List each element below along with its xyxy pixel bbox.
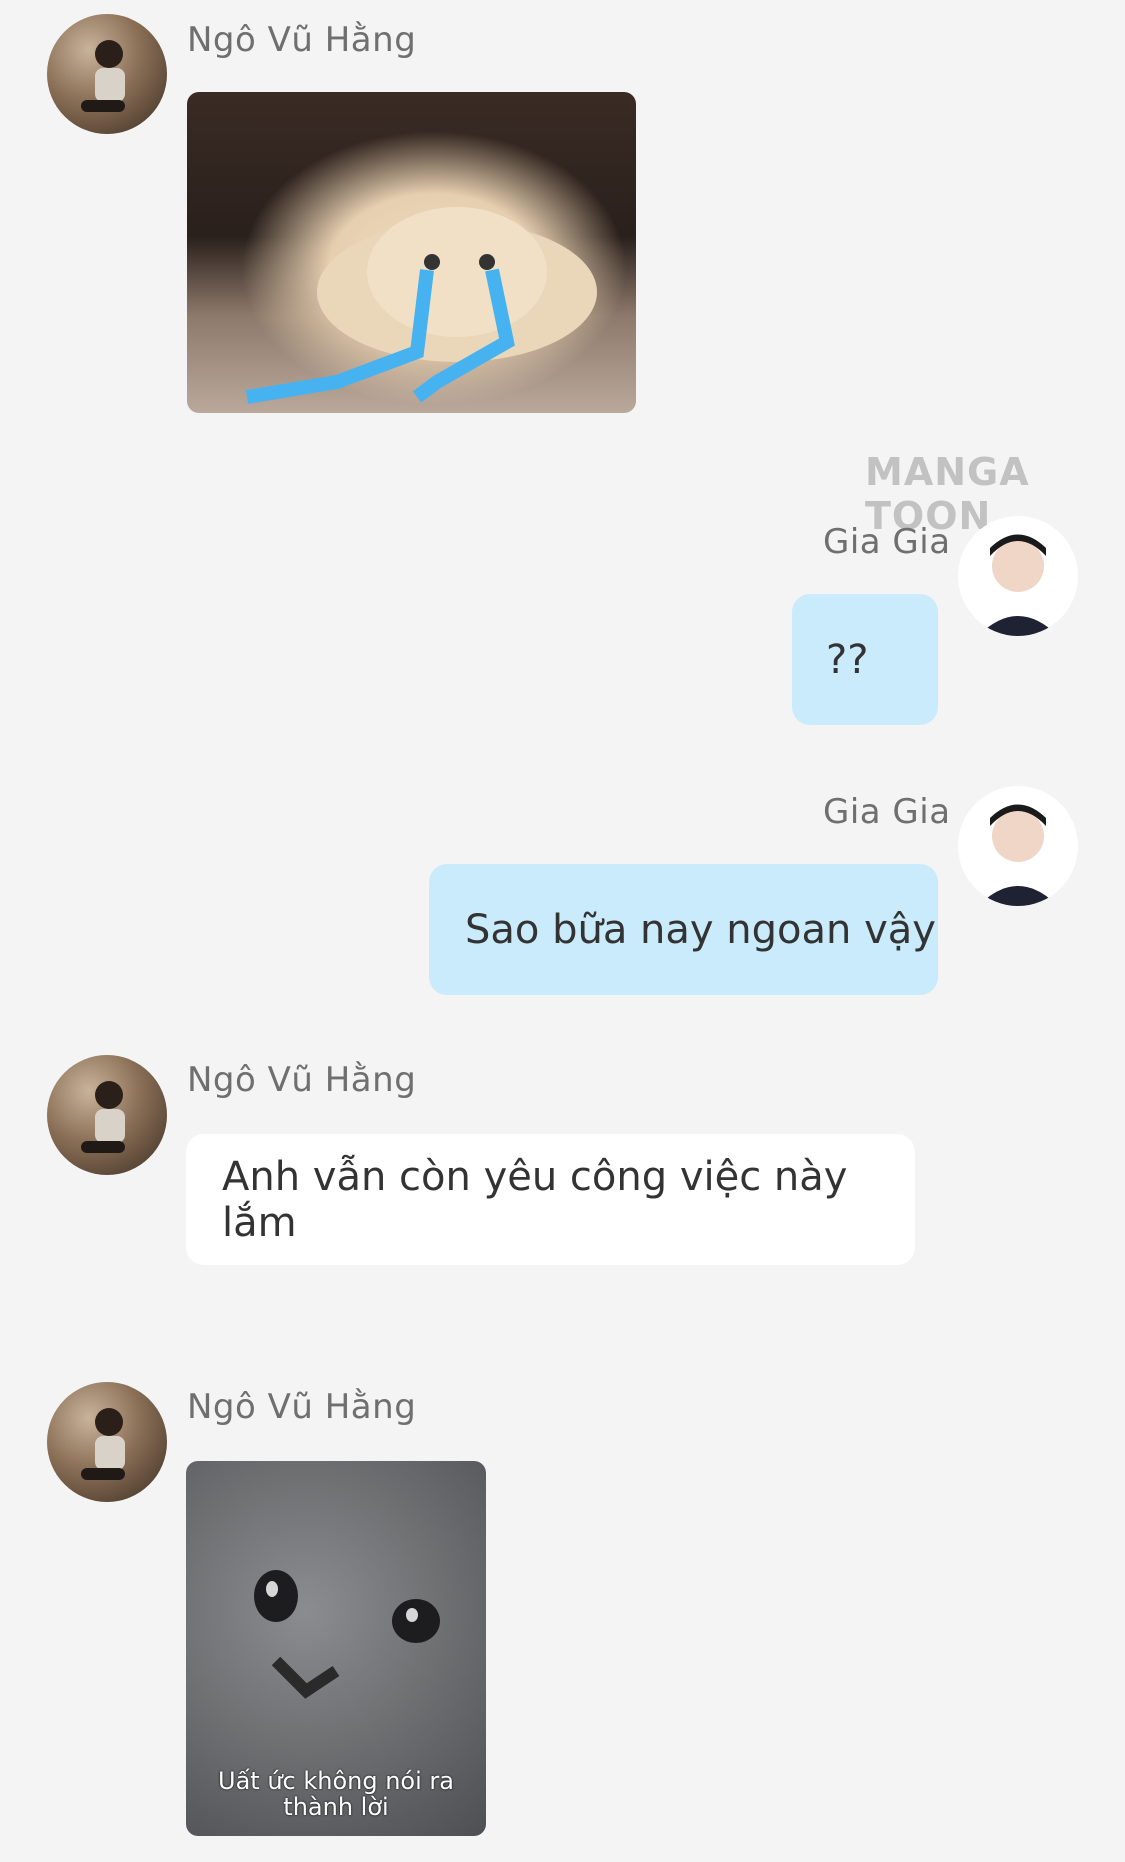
sender-name: Gia Gia (823, 792, 951, 832)
sender-name: Gia Gia (823, 522, 951, 562)
person-avatar-icon (978, 534, 1058, 636)
message-bubble[interactable]: Sao bữa nay ngoan vậy (429, 864, 938, 995)
message-bubble[interactable]: Anh vẫn còn yêu công việc này lắm (186, 1134, 915, 1265)
crying-cat-sticker[interactable] (187, 92, 636, 413)
avatar[interactable] (47, 1055, 167, 1175)
message-text: Anh vẫn còn yêu công việc này lắm (222, 1153, 848, 1246)
message-text: ?? (826, 636, 869, 683)
person-avatar-icon (81, 1408, 125, 1480)
sender-name: Ngô Vũ Hằng (187, 20, 417, 60)
person-avatar-icon (978, 804, 1058, 906)
avatar[interactable] (958, 516, 1078, 636)
message-text: Sao bữa nay ngoan vậy (465, 906, 936, 953)
sad-gray-cat-sticker[interactable]: Uất ức không nói ra thành lời (186, 1461, 486, 1836)
avatar[interactable] (47, 14, 167, 134)
message-bubble[interactable]: ?? (792, 594, 938, 725)
avatar[interactable] (958, 786, 1078, 906)
avatar[interactable] (47, 1382, 167, 1502)
caption-line-2: thành lời (283, 1793, 389, 1821)
sender-name: Ngô Vũ Hằng (187, 1060, 417, 1100)
sticker-caption: Uất ức không nói ra thành lời (186, 1768, 486, 1820)
person-avatar-icon (81, 40, 125, 112)
person-avatar-icon (81, 1081, 125, 1153)
caption-line-1: Uất ức không nói ra (218, 1767, 454, 1795)
crying-cat-icon (245, 207, 597, 404)
sender-name: Ngô Vũ Hằng (187, 1387, 417, 1427)
